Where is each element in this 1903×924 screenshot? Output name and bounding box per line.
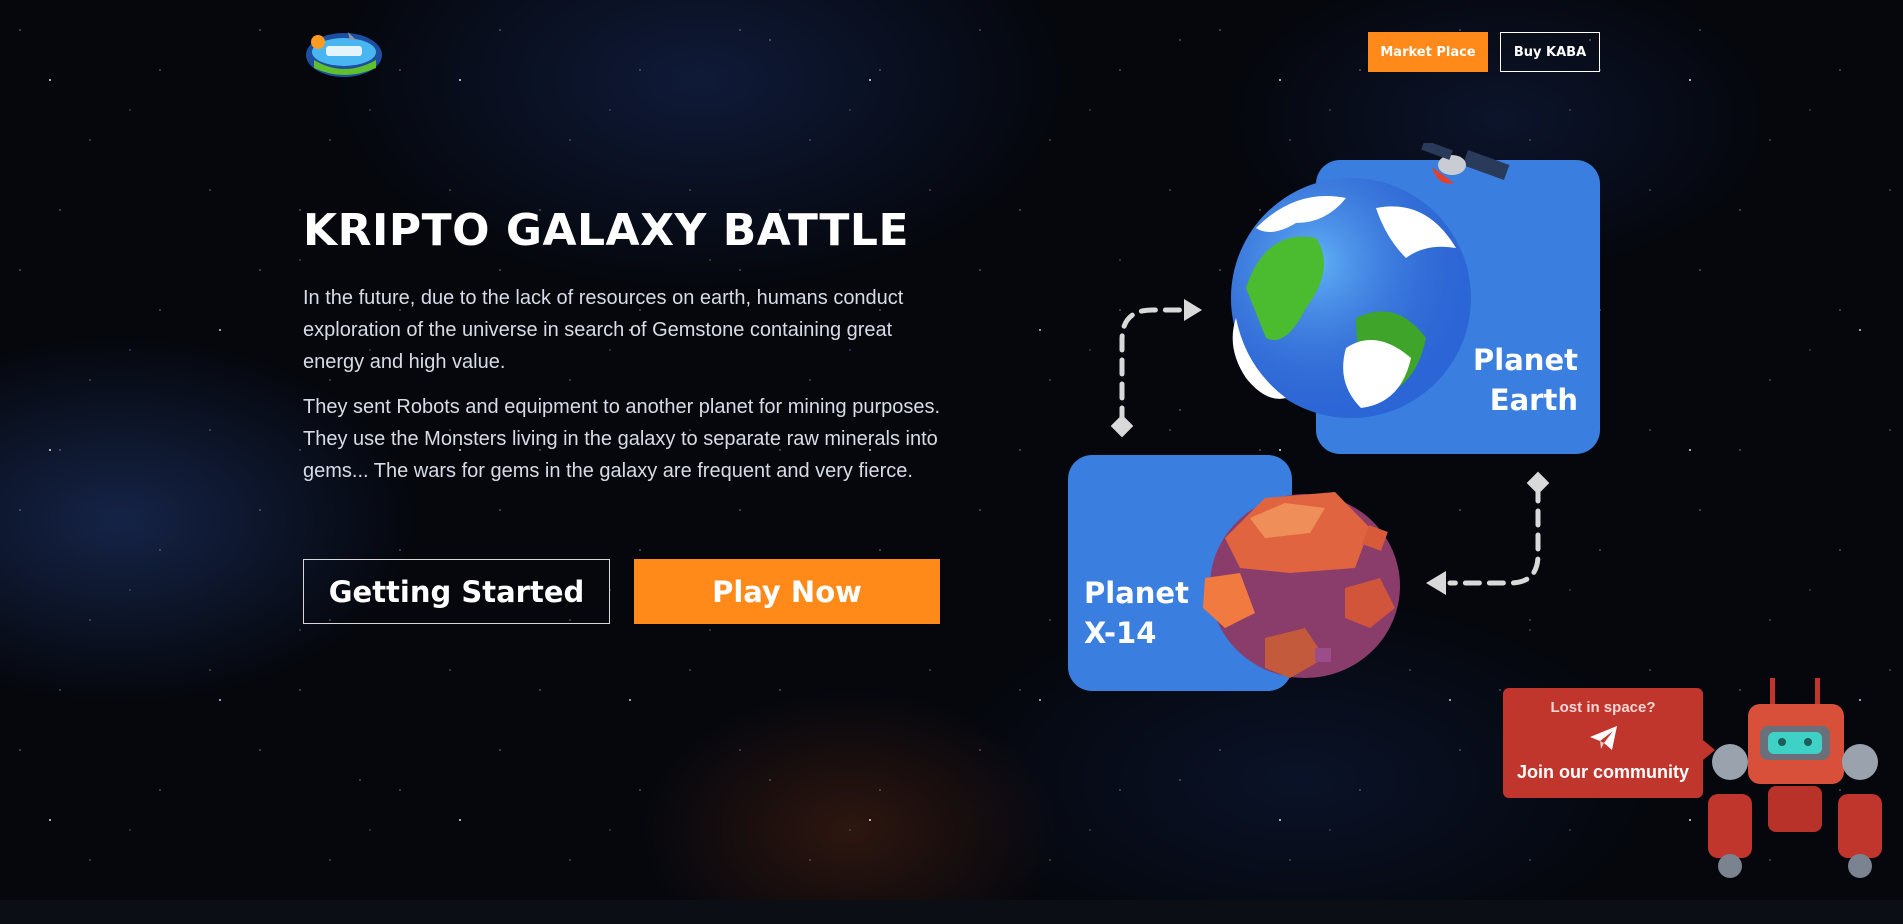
getting-started-button[interactable]: Getting Started <box>303 559 610 624</box>
telegram-icon <box>1590 726 1617 750</box>
hero-title: KRIPTO GALAXY BATTLE <box>303 205 909 256</box>
hero-paragraph-1: In the future, due to the lack of resour… <box>303 287 904 373</box>
buy-kaba-button[interactable]: Buy KABA <box>1500 32 1600 72</box>
planet-x14-rock-icon <box>1203 492 1400 678</box>
connector-arrow-earth <box>1110 299 1202 438</box>
planet-x14-label: Planet X-14 <box>1084 576 1189 650</box>
join-community-bubble[interactable]: Lost in space? Join our community <box>1503 688 1715 798</box>
kripto-galaxy-battle-logo[interactable] <box>304 30 384 80</box>
market-place-button[interactable]: Market Place <box>1368 32 1488 72</box>
hero-paragraph-2: They sent Robots and equipment to anothe… <box>303 396 941 482</box>
satellite-icon <box>1421 143 1510 184</box>
lost-in-space-text: Lost in space? <box>1550 699 1656 716</box>
page: Market Place Buy KABA KRIPTO GALAXY BATT… <box>0 0 1903 924</box>
join-community-text: Join our community <box>1516 762 1689 782</box>
robot-mascot-icon[interactable] <box>1700 676 1890 882</box>
connector-arrow-x14 <box>1426 471 1550 595</box>
play-now-button[interactable]: Play Now <box>634 559 940 624</box>
earth-planet-icon <box>1231 178 1471 418</box>
bottom-strip <box>0 900 1903 924</box>
